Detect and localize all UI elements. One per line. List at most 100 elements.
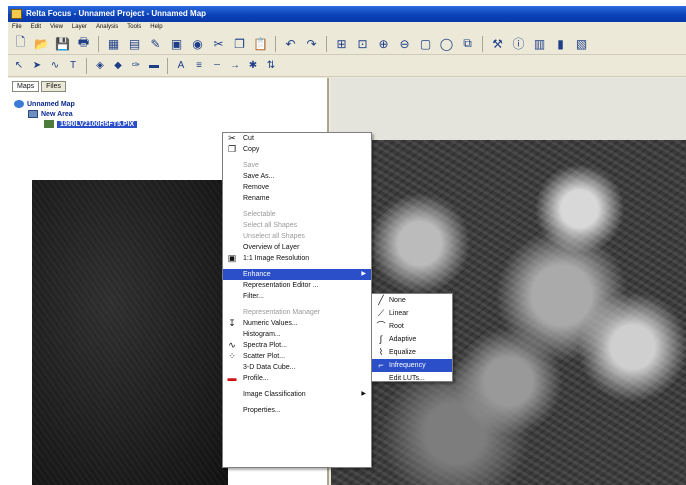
arrow-style-icon[interactable]: → <box>228 57 242 74</box>
menu-item-label: Representation Manager <box>243 309 321 316</box>
menu-item-unselect-all-shapes[interactable]: Unselect all Shapes <box>223 231 371 242</box>
enhance-item-edit-luts[interactable]: Edit LUTs... <box>372 372 452 385</box>
info-icon[interactable]: ⓘ <box>510 35 527 52</box>
menu-item-label: Equalize <box>389 349 416 356</box>
histogram-icon[interactable]: ▮ <box>552 35 569 52</box>
enhance-item-adaptive[interactable]: ∫ Adaptive <box>372 333 452 346</box>
fill-icon[interactable]: ◈ <box>93 57 107 74</box>
menu-item-remove[interactable]: Remove <box>223 182 371 193</box>
font-color-icon[interactable]: A <box>174 57 188 74</box>
tree-item-area[interactable]: New Area <box>28 110 121 120</box>
menu-item-label: Rename <box>243 195 270 202</box>
copy-icon[interactable]: ❐ <box>231 35 248 52</box>
enhance-item-linear[interactable]: ⟋ Linear <box>372 307 452 320</box>
menu-view[interactable]: View <box>50 22 63 33</box>
line-icon[interactable]: ∿ <box>48 57 62 74</box>
pan-icon[interactable]: ➤ <box>30 57 44 74</box>
pointer-icon[interactable]: ↖ <box>12 57 26 74</box>
zoom-in-icon[interactable]: ⊕ <box>375 35 392 52</box>
map-view[interactable] <box>331 78 686 485</box>
paste-icon[interactable]: 📋 <box>252 35 269 52</box>
toolbar-separator <box>326 35 327 52</box>
tab-maps[interactable]: Maps <box>12 81 40 92</box>
enhance-item-none[interactable]: ╱ None <box>372 294 452 307</box>
menu-item-save[interactable]: Save <box>223 160 371 171</box>
monitor-icon[interactable]: ▣ <box>168 35 185 52</box>
menu-item-overview-of-layer[interactable]: Overview of Layer <box>223 242 371 253</box>
menu-file[interactable]: File <box>12 22 22 33</box>
ellipse-icon[interactable]: ◯ <box>438 35 455 52</box>
undo-icon[interactable]: ↶ <box>282 35 299 52</box>
root-curve-icon: ⌒ <box>376 321 386 331</box>
menu-item-representation-manager[interactable]: Representation Manager <box>223 307 371 318</box>
menu-item-representation-editor[interactable]: Representation Editor ... <box>223 280 371 291</box>
rectangle-icon[interactable]: ▢ <box>417 35 434 52</box>
menu-item-histogram[interactable]: Histogram... <box>223 329 371 340</box>
color-icon[interactable]: ▬ <box>147 57 161 74</box>
window-title: Relta Focus - Unnamed Project - Unnamed … <box>26 9 207 18</box>
menu-item-save-as[interactable]: Save As... <box>223 171 371 182</box>
menu-item-image-classification[interactable]: Image Classification ▶ <box>223 389 371 400</box>
save-icon[interactable]: 💾 <box>54 35 71 52</box>
menu-tools[interactable]: Tools <box>127 22 141 33</box>
chart-icon[interactable]: ▤ <box>126 35 143 52</box>
map-icon <box>14 100 24 109</box>
redo-icon[interactable]: ↷ <box>303 35 320 52</box>
tree-area-label: New Area <box>41 111 73 118</box>
menu-analysis[interactable]: Analysis <box>96 22 118 33</box>
adaptive-curve-icon: ∫ <box>379 334 383 344</box>
menu-item-copy[interactable]: ❐ Copy <box>223 144 371 155</box>
enhance-item-equalize[interactable]: ⌇ Equalize <box>372 346 452 359</box>
text-icon[interactable]: T <box>66 57 80 74</box>
menu-help[interactable]: Help <box>150 22 162 33</box>
menu-item-profile[interactable]: ▬ Profile... <box>223 373 371 384</box>
enhance-item-root[interactable]: ⌒ Root <box>372 320 452 333</box>
layer-order-icon[interactable]: ⇅ <box>264 57 278 74</box>
menu-bar: File Edit View Layer Analysis Tools Help <box>8 22 686 33</box>
symbol-icon[interactable]: ✱ <box>246 57 260 74</box>
menu-item-selectable[interactable]: Selectable <box>223 209 371 220</box>
menu-item-enhance[interactable]: Enhance ▶ <box>223 269 371 280</box>
toolbar-separator <box>482 35 483 52</box>
menu-layer[interactable]: Layer <box>72 22 87 33</box>
brush-icon[interactable]: ✎ <box>147 35 164 52</box>
cut-icon[interactable]: ✂ <box>210 35 227 52</box>
menu-edit[interactable]: Edit <box>31 22 41 33</box>
menu-item-image-resolution[interactable]: ▣ 1:1 Image Resolution <box>223 253 371 264</box>
tree-item-map[interactable]: Unnamed Map <box>14 100 107 110</box>
tab-files[interactable]: Files <box>41 81 66 92</box>
title-bar[interactable]: Relta Focus - Unnamed Project - Unnamed … <box>8 6 686 22</box>
panel-tabs: Maps Files <box>12 81 66 92</box>
line-style-icon[interactable]: ┄ <box>210 57 224 74</box>
shapes-icon[interactable]: ◆ <box>111 57 125 74</box>
tree-item-layer[interactable]: 1990LV2100R5FT5.PIX <box>44 120 138 130</box>
globe-icon[interactable]: ◉ <box>189 35 206 52</box>
menu-item-properties[interactable]: Properties... <box>223 405 371 416</box>
equalize-curve-icon: ⌇ <box>378 347 384 357</box>
tools-icon[interactable]: ⚒ <box>489 35 506 52</box>
image-icon[interactable]: ▦ <box>105 35 122 52</box>
graph-icon[interactable]: ▧ <box>573 35 590 52</box>
menu-item-scatter-plot[interactable]: ⁘ Scatter Plot... <box>223 351 371 362</box>
menu-item-filter[interactable]: Filter... <box>223 291 371 302</box>
copy-icon: ❐ <box>227 144 237 154</box>
table-icon[interactable]: ▥ <box>531 35 548 52</box>
menu-item-select-all-shapes[interactable]: Select all Shapes <box>223 220 371 231</box>
enhance-item-infrequency[interactable]: ⌐ Infrequency <box>372 359 452 372</box>
print-icon[interactable]: 🖶 <box>75 35 92 52</box>
menu-item-label: Root <box>389 323 404 330</box>
menu-item-cut[interactable]: ✂ Cut <box>223 133 371 144</box>
menu-item-label: Image Classification <box>243 391 306 398</box>
layer-add-icon[interactable]: ⧉ <box>459 35 476 52</box>
zoom-out-icon[interactable]: ⊖ <box>396 35 413 52</box>
menu-item-3d-data-cube[interactable]: 3-D Data Cube... <box>223 362 371 373</box>
menu-item-numeric-values[interactable]: ↧ Numeric Values... <box>223 318 371 329</box>
pen-icon[interactable]: ✑ <box>129 57 143 74</box>
zoom-fit-icon[interactable]: ⊞ <box>333 35 350 52</box>
line-weight-icon[interactable]: ≡ <box>192 57 206 74</box>
menu-item-spectra-plot[interactable]: ∿ Spectra Plot... <box>223 340 371 351</box>
new-icon[interactable]: 🗋 <box>12 35 29 52</box>
zoom-window-icon[interactable]: ⊡ <box>354 35 371 52</box>
open-icon[interactable]: 📂 <box>33 35 50 52</box>
menu-item-rename[interactable]: Rename <box>223 193 371 204</box>
